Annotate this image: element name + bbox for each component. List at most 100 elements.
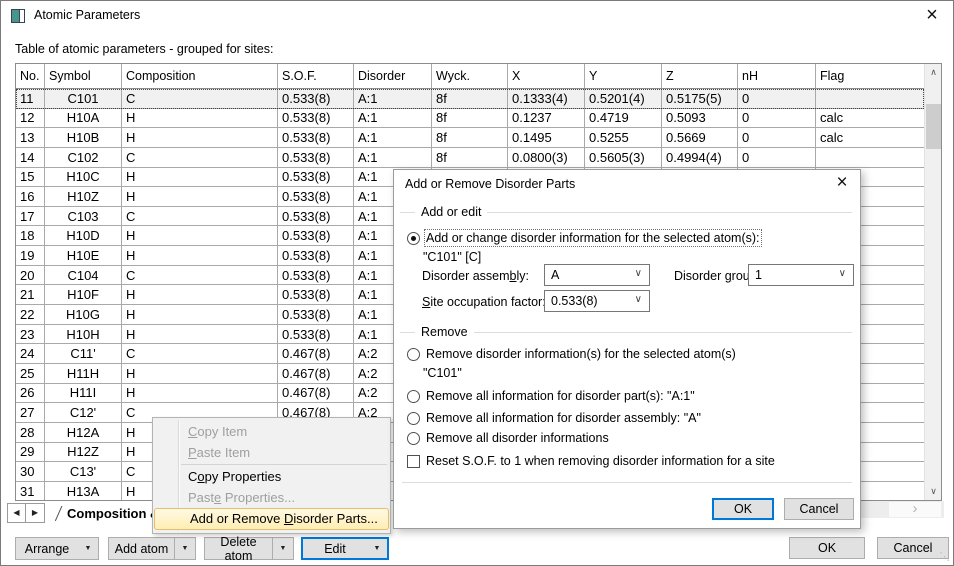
add-or-edit-group-header: Add or edit (400, 205, 852, 219)
delete-atom-button[interactable]: Delete atom ▼ (204, 537, 294, 560)
dialog-cancel-button[interactable]: Cancel (784, 498, 854, 520)
cell-no: 25 (16, 364, 45, 383)
scroll-down-icon[interactable]: ∨ (925, 483, 942, 500)
cell-composition: C (122, 266, 278, 285)
dialog-separator (402, 482, 852, 483)
tab-composition[interactable]: Composition & F (55, 506, 155, 521)
cell-z: 0.5669 (662, 128, 738, 147)
menu-item-add-or-remove-disorder-parts[interactable]: Add or Remove Disorder Parts... (154, 508, 389, 530)
add-group-label: Add or edit (415, 205, 487, 219)
scroll-right-icon[interactable]: › (889, 502, 941, 517)
cell-symbol: H10B (45, 128, 122, 147)
site-occupation-factor-label: Site occupation factor: (422, 295, 546, 309)
column-header-flag: Flag (816, 64, 924, 88)
app-icon (11, 9, 25, 23)
cell-sof: 0.467(8) (278, 384, 354, 403)
site-occupation-factor-combobox[interactable]: 0.533(8) ∨ (544, 290, 650, 312)
cell-symbol: C102 (45, 148, 122, 167)
menu-item-paste-properties: Paste Properties... (153, 487, 390, 508)
cell-symbol: C12' (45, 403, 122, 422)
vertical-scrollbar[interactable]: ∧ ∨ (924, 64, 941, 500)
table-row[interactable]: 12H10AH0.533(8)A:18f0.12370.47190.50930c… (16, 109, 924, 129)
dialog-ok-button[interactable]: OK (712, 498, 774, 520)
remove-part-radio-row: Remove all information for disorder part… (407, 389, 695, 403)
disorder-assembly-value: A (551, 268, 559, 282)
cell-flag (816, 148, 924, 167)
add-atom-button[interactable]: Add atom ▼ (108, 537, 196, 560)
disorder-group-combobox[interactable]: 1 ∨ (748, 264, 854, 286)
edit-button[interactable]: Edit ▼ (301, 537, 389, 560)
add-disorder-radio[interactable] (407, 232, 420, 245)
cell-composition: H (122, 364, 278, 383)
site-occupation-factor-value: 0.533(8) (551, 294, 598, 308)
remove-all-radio[interactable] (407, 432, 420, 445)
cell-composition: H (122, 187, 278, 206)
cell-composition: H (122, 128, 278, 147)
remove-selected-atom-text: "C101" (423, 366, 462, 380)
reset-sof-checkbox-row: Reset S.O.F. to 1 when removing disorder… (407, 454, 775, 468)
remove-group-label: Remove (415, 325, 474, 339)
cell-sof: 0.533(8) (278, 285, 354, 304)
cell-symbol: H11I (45, 384, 122, 403)
remove-assembly-radio-label: Remove all information for disorder asse… (426, 411, 701, 425)
cell-symbol: C104 (45, 266, 122, 285)
remove-selected-radio-row: Remove disorder information(s) for the s… (407, 347, 736, 361)
reset-sof-checkbox[interactable] (407, 455, 420, 468)
reset-sof-checkbox-label: Reset S.O.F. to 1 when removing disorder… (426, 454, 775, 468)
cell-symbol: C101 (45, 89, 122, 108)
cell-sof: 0.533(8) (278, 325, 354, 344)
cell-y: 0.5255 (585, 128, 662, 147)
cell-no: 23 (16, 325, 45, 344)
cell-sof: 0.533(8) (278, 246, 354, 265)
cell-sof: 0.533(8) (278, 128, 354, 147)
remove-assembly-radio[interactable] (407, 412, 420, 425)
app-icon-inner (12, 10, 20, 22)
cell-nh: 0 (738, 89, 816, 108)
cell-wyck: 8f (432, 109, 508, 128)
table-row[interactable]: 14C102C0.533(8)A:18f0.0800(3)0.5605(3)0.… (16, 148, 924, 168)
disorder-assembly-combobox[interactable]: A ∨ (544, 264, 650, 286)
cell-symbol: H10E (45, 246, 122, 265)
window-close-icon[interactable]: × (919, 3, 945, 29)
dropdown-arrow-icon: ▼ (367, 545, 387, 552)
main-ok-button[interactable]: OK (789, 537, 865, 559)
cell-no: 24 (16, 344, 45, 363)
column-header-sof: S.O.F. (278, 64, 354, 88)
tab-scroll-left-icon[interactable]: ◀ (7, 503, 26, 523)
cell-no: 19 (16, 246, 45, 265)
dropdown-arrow-icon[interactable]: ▼ (175, 545, 195, 552)
remove-all-radio-label: Remove all disorder informations (426, 431, 609, 445)
column-header-no: No. (16, 64, 45, 88)
arrange-button[interactable]: Arrange ▼ (15, 537, 99, 560)
remove-selected-radio[interactable] (407, 348, 420, 361)
cell-no: 21 (16, 285, 45, 304)
cell-no: 11 (16, 89, 45, 108)
cell-sof: 0.533(8) (278, 266, 354, 285)
scroll-up-icon[interactable]: ∧ (925, 64, 942, 81)
cell-disorder: A:1 (354, 109, 432, 128)
resize-grip[interactable]: ⋱ (939, 550, 950, 563)
cell-no: 26 (16, 384, 45, 403)
group-line (400, 332, 415, 333)
cell-symbol: C13' (45, 462, 122, 481)
table-caption: Table of atomic parameters - grouped for… (15, 42, 273, 56)
table-row[interactable]: 13H10BH0.533(8)A:18f0.14950.52550.56690c… (16, 128, 924, 148)
remove-part-radio[interactable] (407, 390, 420, 403)
dropdown-arrow-icon[interactable]: ▼ (273, 545, 293, 552)
table-row[interactable]: 11C101C0.533(8)A:18f0.1333(4)0.5201(4)0.… (16, 89, 924, 109)
cell-no: 12 (16, 109, 45, 128)
cell-wyck: 8f (432, 128, 508, 147)
disorder-group-value: 1 (755, 268, 762, 282)
group-line (474, 332, 852, 333)
vertical-scrollbar-thumb[interactable] (926, 104, 941, 149)
menu-item-copy-properties[interactable]: Copy Properties (153, 466, 390, 487)
add-disorder-radio-row: Add or change disorder information for t… (407, 231, 760, 245)
cell-y: 0.5605(3) (585, 148, 662, 167)
cell-no: 18 (16, 226, 45, 245)
cell-no: 13 (16, 128, 45, 147)
tab-scroll-right-icon[interactable]: ▶ (26, 503, 45, 523)
cell-composition: H (122, 246, 278, 265)
dialog-close-icon[interactable]: × (830, 171, 854, 195)
cell-disorder: A:1 (354, 148, 432, 167)
chevron-down-icon: ∨ (635, 268, 642, 279)
